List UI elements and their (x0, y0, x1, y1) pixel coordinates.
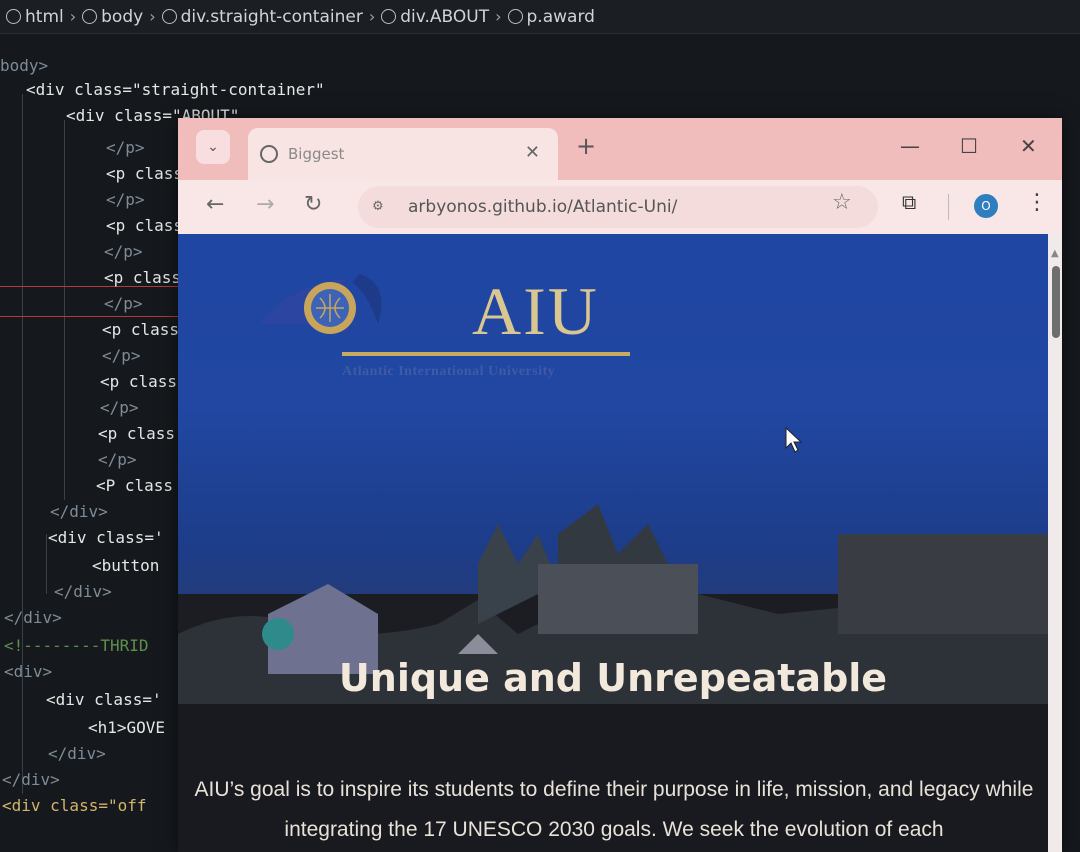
breadcrumb-item-award[interactable]: p.award (507, 7, 595, 27)
code-line[interactable]: </p> (106, 190, 145, 209)
close-window-button[interactable]: ✕ (1020, 134, 1037, 158)
editor-breadcrumb: html › body › div.straight-container › d… (0, 0, 1080, 34)
browser-window: ⌄ Biggest ✕ + — ☐ ✕ ← → ↻ ⚙ arbyonos.git… (178, 118, 1062, 852)
breadcrumb-item-html[interactable]: html (6, 7, 64, 27)
browser-toolbar: ← → ↻ ⚙ arbyonos.github.io/Atlantic-Uni/… (178, 180, 1062, 234)
chevron-right-icon: › (495, 7, 502, 26)
code-line[interactable]: </p> (102, 346, 141, 365)
site-settings-icon[interactable]: ⚙ (372, 199, 392, 215)
code-line[interactable]: <div class="off (2, 796, 147, 815)
scroll-up-arrow-icon[interactable]: ▲ (1051, 248, 1059, 259)
code-line[interactable]: </p> (104, 242, 143, 261)
maximize-button[interactable]: ☐ (960, 134, 978, 158)
tab-title: Biggest (288, 145, 345, 163)
logo-acronym: AIU (472, 273, 599, 349)
chevron-down-icon: ⌄ (207, 139, 219, 155)
extensions-icon[interactable]: ⧉ (902, 190, 916, 214)
code-line[interactable]: </div> (4, 608, 62, 627)
code-line[interactable]: </div> (54, 582, 112, 601)
logo-full-name: Atlantic International University (342, 364, 556, 379)
element-icon (381, 9, 397, 24)
globe-icon (260, 145, 278, 163)
address-text: arbyonos.github.io/Atlantic-Uni/ (408, 197, 678, 217)
tab-search-button[interactable]: ⌄ (196, 130, 230, 164)
bookmark-star-icon[interactable]: ☆ (832, 190, 852, 215)
indent-guide (46, 534, 47, 594)
code-line[interactable]: <!--------THRID (4, 636, 149, 655)
browser-tab[interactable]: Biggest ✕ (248, 128, 558, 180)
code-line[interactable]: </p> (100, 398, 139, 417)
code-line[interactable]: <p class (102, 320, 179, 339)
breadcrumb-item-about[interactable]: div.ABOUT (381, 7, 489, 27)
indent-guide (22, 94, 23, 794)
aiu-logo[interactable]: AIU Atlantic International University (260, 256, 630, 379)
minimize-button[interactable]: — (900, 134, 920, 158)
element-icon (82, 9, 98, 24)
back-icon[interactable]: ← (206, 192, 224, 217)
hero-description: AIU’s goal is to inspire its students to… (194, 778, 1034, 841)
code-line[interactable]: </div> (50, 502, 108, 521)
indent-guide (64, 120, 65, 500)
current-line-marker (0, 316, 178, 317)
new-tab-button[interactable]: + (576, 132, 596, 160)
address-bar[interactable]: ⚙ arbyonos.github.io/Atlantic-Uni/ (358, 186, 878, 228)
code-line[interactable]: <h1>GOVE (88, 718, 165, 737)
code-line[interactable]: </div> (2, 770, 60, 789)
code-line[interactable]: </div> (48, 744, 106, 763)
tab-strip: ⌄ Biggest ✕ + — ☐ ✕ (178, 118, 1062, 180)
close-tab-icon[interactable]: ✕ (525, 142, 540, 163)
code-line[interactable]: <div class="straight-container" (26, 80, 325, 99)
page-viewport: AIU Atlantic International University Un… (178, 234, 1048, 852)
forward-icon[interactable]: → (256, 192, 274, 217)
element-icon (507, 9, 523, 24)
code-line[interactable]: body> (0, 56, 48, 75)
code-line[interactable]: <button (92, 556, 159, 575)
code-line[interactable]: <div class=' (46, 690, 162, 709)
hero-title: Unique and Unrepeatable (338, 656, 888, 700)
code-line[interactable]: <P class (96, 476, 173, 495)
mouse-cursor-icon (785, 426, 803, 453)
breadcrumb-item-body[interactable]: body (82, 7, 143, 27)
code-line[interactable]: </p> (104, 294, 143, 313)
element-icon (6, 9, 21, 24)
code-line[interactable]: </p> (106, 138, 145, 157)
code-line[interactable]: <p class (106, 216, 183, 235)
code-line[interactable]: <p class (98, 424, 175, 443)
code-line[interactable]: <p class (104, 268, 181, 287)
code-line[interactable]: <p class (106, 164, 183, 183)
chevron-right-icon: › (149, 7, 156, 26)
code-line[interactable]: <div class=' (48, 528, 164, 547)
code-line[interactable]: <p class (100, 372, 177, 391)
code-line[interactable]: </p> (98, 450, 137, 469)
code-line[interactable]: <div> (4, 662, 52, 681)
profile-avatar[interactable]: O (974, 194, 998, 218)
reload-icon[interactable]: ↻ (304, 192, 322, 217)
element-icon (161, 9, 177, 24)
globe-emblem-icon (260, 274, 382, 334)
scrollbar-thumb[interactable] (1052, 266, 1060, 338)
chevron-right-icon: › (368, 7, 376, 26)
toolbar-divider (948, 194, 949, 220)
breadcrumb-item-straight-container[interactable]: div.straight-container (161, 7, 363, 27)
menu-kebab-icon[interactable]: ⋮ (1026, 190, 1048, 215)
chevron-right-icon: › (69, 7, 77, 26)
logo-underline (342, 352, 630, 356)
